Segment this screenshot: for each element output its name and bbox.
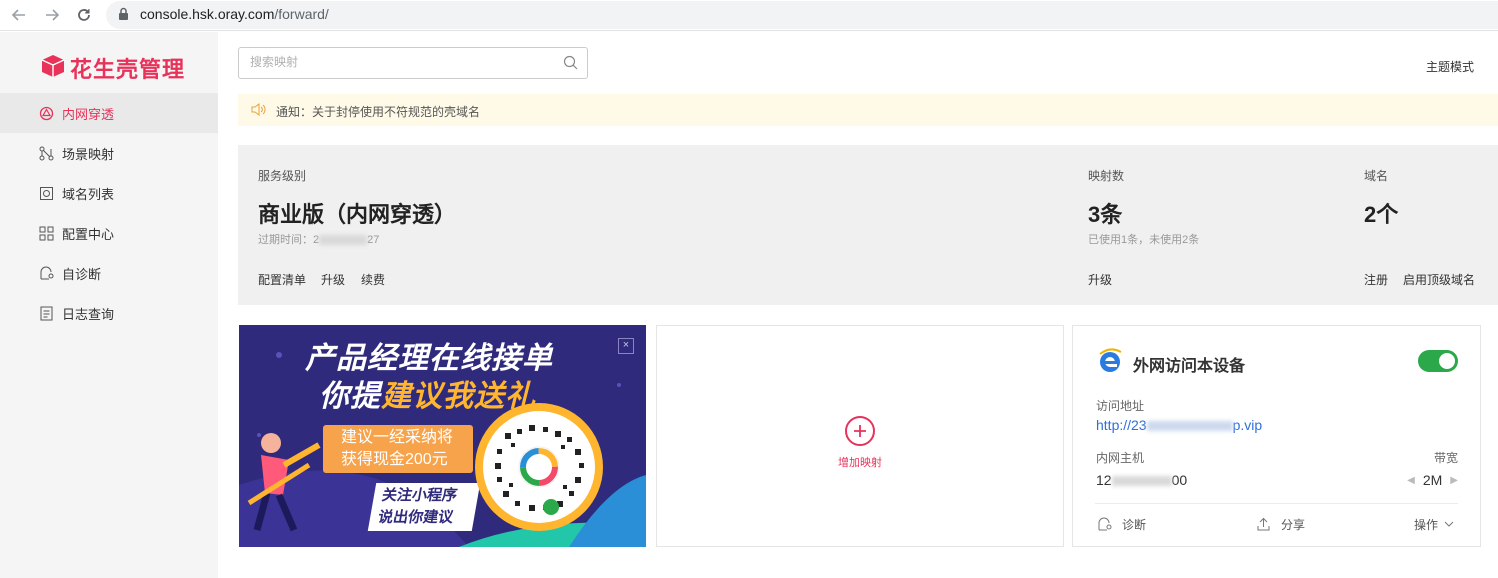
config-grid-icon — [38, 225, 54, 241]
sidebar-item-network-penetration[interactable]: 内网穿透 — [0, 93, 218, 133]
network-penetration-icon — [38, 105, 54, 121]
service-level-label: 服务级别 — [258, 169, 307, 183]
sidebar-item-config-center[interactable]: 配置中心 — [0, 213, 218, 253]
peanut-box-logo-icon — [40, 53, 66, 84]
search-box — [238, 47, 588, 79]
sidebar-item-domain-list[interactable]: 域名列表 — [0, 173, 218, 213]
lan-host-label: 内网主机 — [1096, 451, 1145, 465]
decrease-bandwidth-icon[interactable]: ◀ — [1407, 475, 1415, 486]
config-list-link[interactable]: 配置清单 — [258, 271, 306, 288]
theme-mode-button[interactable]: 主题模式 — [1426, 58, 1474, 75]
sidebar-item-label: 域名列表 — [62, 186, 115, 202]
lock-icon — [118, 7, 129, 26]
banner-reward-tag: 建议一经采纳将 获得现金200元 — [323, 425, 473, 473]
domain-list-icon — [38, 185, 54, 201]
bandwidth-label: 带宽 — [1433, 451, 1458, 465]
device-access-card: 外网访问本设备 访问地址 http://23 p.vip 内网主机 带宽 12 00… — [1072, 325, 1481, 547]
address-bar[interactable]: console.hsk.oray.com/forward/ — [106, 1, 1498, 29]
sidebar-item-log-query[interactable]: 日志查询 — [0, 293, 218, 333]
toggle-knob — [1439, 353, 1455, 369]
sidebar-item-self-diagnose[interactable]: 自诊断 — [0, 253, 218, 293]
domain-count-value: 2个 — [1364, 202, 1399, 227]
logo-text: 花生壳管理 — [70, 57, 186, 82]
external-access-toggle[interactable] — [1418, 350, 1458, 372]
divider — [1095, 503, 1458, 504]
search-icon[interactable] — [563, 55, 578, 75]
sidebar-item-label: 自诊断 — [62, 266, 102, 282]
sidebar-item-label: 场景映射 — [62, 146, 115, 162]
promo-banner[interactable]: 产品经理在线接单 你提建议我送礼 建议一经采纳将 获得现金200元 关注小程序 说出… — [239, 325, 646, 547]
scene-mapping-icon — [38, 145, 54, 161]
plus-icon[interactable] — [845, 416, 875, 446]
back-arrow-icon[interactable] — [8, 4, 30, 26]
renew-link[interactable]: 续费 — [361, 271, 385, 288]
sidebar-item-label: 内网穿透 — [62, 106, 115, 122]
banner-miniprogram-tag: 关注小程序 说出你建议 — [367, 483, 481, 531]
add-mapping-label: 增加映射 — [838, 457, 882, 469]
diagnose-icon — [38, 265, 54, 281]
device-card-title: 外网访问本设备 — [1133, 358, 1246, 375]
upgrade-service-link[interactable]: 升级 — [321, 271, 345, 288]
notice-text: 通知：关于封停使用不符规范的壳域名 — [276, 105, 481, 119]
access-address-label: 访问地址 — [1096, 399, 1145, 413]
access-address-link[interactable]: http://23 p.vip — [1096, 417, 1262, 433]
bandwidth-control: ◀ 2M ▶ — [1399, 472, 1458, 488]
mapping-usage: 已使用1条，未使用2条 — [1088, 234, 1200, 246]
redacted-date — [319, 235, 368, 246]
sidebar-item-label: 日志查询 — [62, 306, 115, 322]
url-text: console.hsk.oray.com/forward/ — [140, 6, 329, 22]
bandwidth-value: 2M — [1422, 472, 1443, 488]
mapping-count-label: 映射数 — [1088, 169, 1125, 183]
sidebar: 花生壳管理 内网穿透 场景映射 域名列表 配置中心 自诊断 日志查询 — [0, 32, 218, 578]
increase-bandwidth-icon[interactable]: ▶ — [1450, 475, 1458, 486]
diagnose-button[interactable]: 诊断 — [1097, 516, 1146, 533]
forward-arrow-icon[interactable] — [41, 4, 63, 26]
speaker-icon — [251, 103, 266, 121]
sidebar-item-scene-mapping[interactable]: 场景映射 — [0, 133, 218, 173]
internet-explorer-icon — [1097, 348, 1123, 379]
banner-close-button[interactable]: × — [618, 338, 634, 354]
chevron-down-icon — [1444, 521, 1454, 528]
browser-toolbar: console.hsk.oray.com/forward/ — [0, 0, 1498, 31]
sidebar-item-label: 配置中心 — [62, 226, 115, 242]
mapping-count-value: 3条 — [1088, 202, 1123, 227]
service-level-value: 商业版（内网穿透） — [258, 202, 457, 227]
lan-host-value: 12 00 — [1096, 472, 1188, 488]
redacted-ip — [1111, 476, 1172, 487]
domain-count-label: 域名 — [1364, 169, 1389, 183]
notice-bar[interactable]: 通知：关于封停使用不符规范的壳域名 — [238, 94, 1498, 126]
upgrade-mapping-link[interactable]: 升级 — [1088, 271, 1112, 288]
log-document-icon — [38, 305, 54, 321]
operate-dropdown[interactable]: 操作 — [1414, 516, 1454, 533]
reload-icon[interactable] — [73, 4, 95, 26]
share-icon — [1256, 517, 1271, 532]
expire-time: 过期时间：2 27 — [258, 234, 380, 246]
enable-top-domain-link[interactable]: 启用顶级域名 — [1403, 271, 1475, 288]
logo[interactable]: 花生壳管理 — [40, 52, 185, 84]
diagnose-icon — [1097, 517, 1112, 532]
share-button[interactable]: 分享 — [1256, 516, 1305, 533]
miniprogram-qr-code — [475, 403, 603, 536]
stats-panel: 服务级别 商业版（内网穿透） 过期时间：2 27 配置清单 升级 续费 映射数 3… — [238, 145, 1498, 305]
add-mapping-card[interactable]: 增加映射 — [656, 325, 1064, 547]
redacted-domain — [1146, 421, 1233, 432]
register-domain-link[interactable]: 注册 — [1364, 271, 1388, 288]
search-input[interactable] — [250, 55, 550, 69]
